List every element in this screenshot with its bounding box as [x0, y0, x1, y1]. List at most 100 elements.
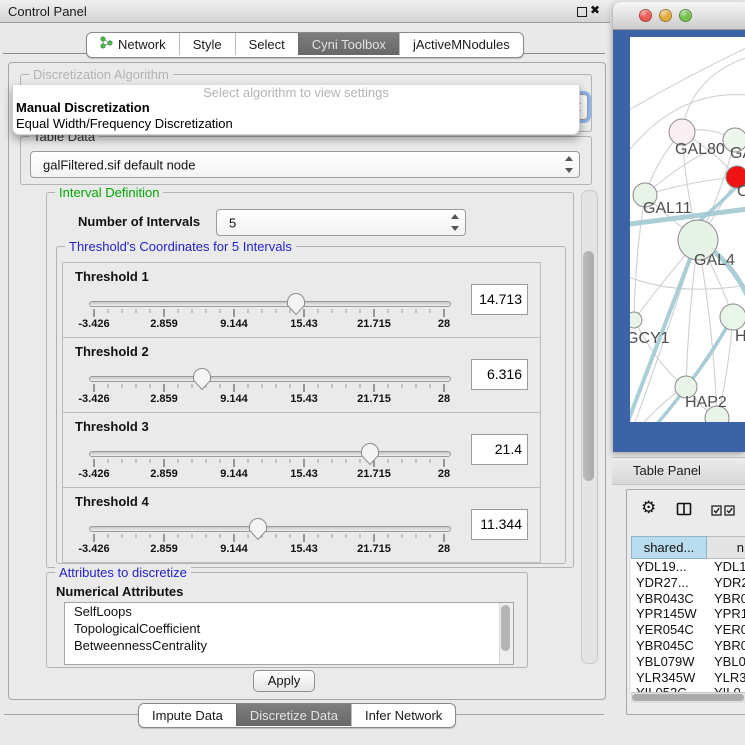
table-h-scrollbar[interactable]	[631, 692, 745, 703]
network-node[interactable]	[630, 312, 642, 328]
table-row[interactable]: YPR145WYPR1	[631, 606, 745, 622]
checked-box-icon	[724, 505, 735, 516]
dropdown-option-equal-width-frequency-discretization[interactable]: Equal Width/Frequency Discretization	[13, 116, 579, 132]
network-edge	[630, 275, 745, 289]
float-panel-icon[interactable]	[577, 7, 587, 17]
settings-scrollbar[interactable]	[581, 190, 598, 664]
slider-thumb[interactable]	[360, 442, 380, 466]
slider-ticks	[87, 459, 451, 469]
tab-cyni-toolbox[interactable]: Cyni Toolbox	[298, 33, 399, 55]
slider-tick-label: 15.43	[290, 318, 318, 330]
slider-tick-label: 15.43	[290, 393, 318, 405]
network-node-label: GAL11	[643, 200, 692, 217]
tab-discretize-data[interactable]: Discretize Data	[236, 704, 351, 726]
tab-network[interactable]: Network	[87, 33, 179, 55]
threshold-slider[interactable]: -3.4262.8599.14415.4321.71528	[87, 441, 451, 485]
threshold-panel: Threshold 1-3.4262.8599.14415.4321.71528…	[62, 262, 541, 338]
tab-jactivemnodules[interactable]: jActiveMNodules	[399, 33, 523, 55]
column-checkbox-icons[interactable]	[711, 505, 735, 516]
slider-thumb[interactable]	[286, 292, 306, 316]
close-window-icon[interactable]	[639, 9, 652, 22]
interval-definition-title: Interval Definition	[55, 185, 163, 200]
slider-tick-label: -3.426	[78, 543, 109, 555]
network-canvas[interactable]: GAL80GACGAL11GAL4GCY1HHAP2	[630, 37, 745, 422]
threshold-slider[interactable]: -3.4262.8599.14415.4321.71528	[87, 291, 451, 335]
table-row[interactable]: YDL19...YDL1	[631, 559, 745, 575]
slider-tick-label: 15.43	[290, 543, 318, 555]
attribute-item[interactable]: TopologicalCoefficient	[65, 620, 513, 637]
table-row[interactable]: YDR27...YDR2	[631, 575, 745, 591]
threshold-value-field[interactable]: 21.4	[471, 434, 528, 465]
slider-thumb[interactable]	[192, 367, 212, 391]
tab-style[interactable]: Style	[179, 33, 235, 55]
cell-name: YBR0	[710, 591, 745, 607]
table-data-combo[interactable]: galFiltered.sif default node	[30, 151, 580, 178]
column-header-name[interactable]: n	[707, 536, 745, 559]
table-panel-box: ⚙ shared... n YDL19...YDL1YDR27...YDR2YB…	[626, 489, 745, 715]
column-header-shared-name[interactable]: shared...	[631, 536, 707, 559]
tab-infer-network[interactable]: Infer Network	[351, 704, 455, 726]
threshold-value-field[interactable]: 11.344	[471, 509, 528, 540]
slider-thumb[interactable]	[248, 517, 268, 541]
attribute-item[interactable]: BetweennessCentrality	[65, 637, 513, 654]
slider-track	[89, 526, 451, 532]
table-row[interactable]: YBR043CYBR0	[631, 591, 745, 607]
numerical-attributes-label: Numerical Attributes	[56, 584, 183, 599]
tab-select[interactable]: Select	[235, 33, 298, 55]
minimize-window-icon[interactable]	[659, 9, 672, 22]
table-row[interactable]: YLR345WYLR3	[631, 670, 745, 686]
list-scrollbar-thumb[interactable]	[501, 605, 510, 651]
combo-down-arrow-icon	[451, 226, 459, 231]
zoom-window-icon[interactable]	[679, 9, 692, 22]
discretization-algorithm-title: Discretization Algorithm	[29, 67, 173, 82]
dropdown-options: Manual DiscretizationEqual Width/Frequen…	[13, 100, 579, 132]
app-root: Control Panel ✖ NetworkStyle Select Cyni T…	[0, 0, 745, 745]
threshold-panel: Threshold 3-3.4262.8599.14415.4321.71528…	[62, 412, 541, 488]
slider-tick-label: 9.144	[220, 393, 248, 405]
number-of-intervals-label: Number of Intervals	[78, 214, 200, 229]
slider-tick-label: 9.144	[220, 543, 248, 555]
cell-shared-name: YDR27...	[631, 575, 710, 591]
slider-tick-label: 2.859	[150, 393, 178, 405]
slider-ticks	[87, 534, 451, 544]
tab-impute-data[interactable]: Impute Data	[139, 704, 236, 726]
threshold-panel: Threshold 2-3.4262.8599.14415.4321.71528…	[62, 337, 541, 413]
table-h-scrollbar-thumb[interactable]	[632, 694, 744, 701]
slider-tick-label: 2.859	[150, 468, 178, 480]
control-panel-titlebar: Control Panel	[0, 0, 610, 23]
algorithm-dropdown-popup: Select algorithm to view settings Manual…	[12, 85, 580, 135]
list-scrollbar[interactable]	[499, 603, 513, 664]
threshold-slider[interactable]: -3.4262.8599.14415.4321.71528	[87, 366, 451, 410]
threshold-value-field[interactable]: 14.713	[471, 284, 528, 315]
network-node-label: C	[737, 183, 745, 200]
close-panel-icon[interactable]: ✖	[590, 3, 600, 17]
table-body[interactable]: YDL19...YDL1YDR27...YDR2YBR043CYBR0YPR14…	[631, 559, 745, 692]
numerical-attributes-list[interactable]: SelfLoopsTopologicalCoefficientBetweenne…	[64, 602, 514, 665]
settings-scrollbar-thumb[interactable]	[583, 251, 594, 481]
split-columns-icon[interactable]	[676, 501, 692, 522]
apply-button[interactable]: Apply	[253, 670, 315, 692]
tab-label: Select	[249, 37, 285, 52]
dropdown-option-manual-discretization[interactable]: Manual Discretization	[13, 100, 579, 116]
gear-icon[interactable]: ⚙	[641, 498, 656, 518]
number-of-intervals-combo[interactable]: 5	[216, 209, 466, 236]
cell-name: YER0	[710, 622, 745, 638]
tab-label: Impute Data	[152, 708, 223, 723]
slider-tick-label: 28	[438, 468, 450, 480]
threshold-value-field[interactable]: 6.316	[471, 359, 528, 390]
table-row[interactable]: YIL052CYIL0	[631, 685, 745, 692]
combo-down-arrow-icon	[565, 168, 573, 173]
combo-up-arrow-icon	[565, 156, 573, 161]
slider-track	[89, 451, 451, 457]
slider-tick-label: 21.715	[357, 318, 391, 330]
network-node[interactable]	[720, 304, 745, 330]
attribute-item[interactable]: SelfLoops	[65, 603, 513, 620]
table-row[interactable]: YBR045CYBR0	[631, 638, 745, 654]
network-edge	[630, 47, 745, 113]
table-row[interactable]: YBL079WYBL0	[631, 654, 745, 670]
number-of-intervals-value: 5	[229, 215, 236, 230]
table-data-combo-value: galFiltered.sif default node	[43, 157, 195, 172]
cell-name: YBL0	[710, 654, 745, 670]
threshold-slider[interactable]: -3.4262.8599.14415.4321.71528	[87, 516, 451, 560]
table-row[interactable]: YER054CYER0	[631, 622, 745, 638]
